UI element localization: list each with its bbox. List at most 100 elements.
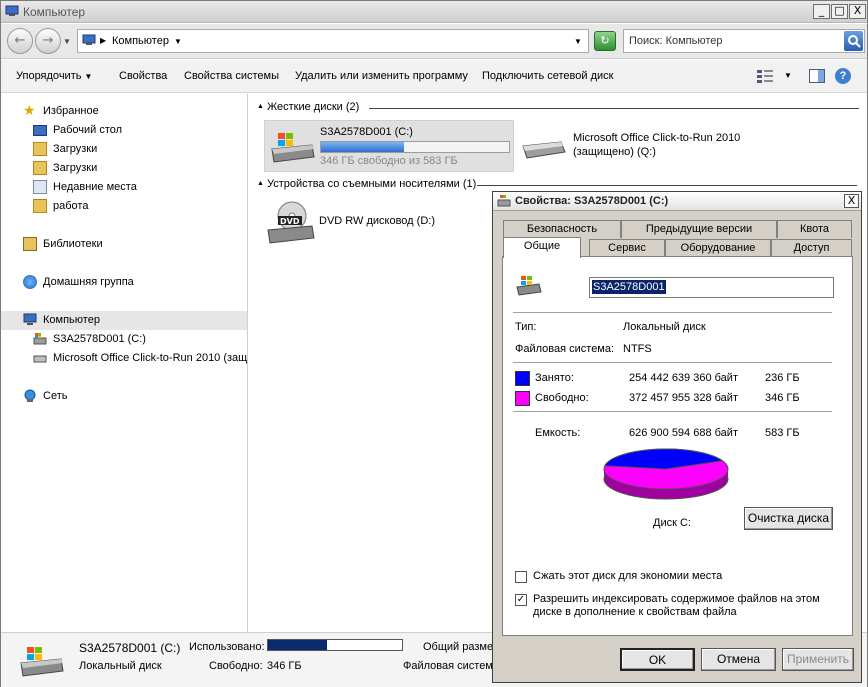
sidebar-item-network[interactable]: Сеть — [1, 387, 247, 406]
disk-usage-pie — [603, 448, 729, 500]
preview-pane-icon[interactable] — [809, 69, 825, 86]
refresh-button[interactable]: ↻ — [594, 31, 616, 51]
breadcrumb-chevron-icon[interactable]: ▶ — [100, 36, 106, 45]
type-label: Тип: — [515, 321, 537, 333]
sidebar-item-drive-c[interactable]: S3A2578D001 (C:) — [1, 330, 247, 349]
drive-icon — [497, 195, 511, 210]
computer-icon — [82, 34, 96, 50]
drive-tile-c[interactable]: S3A2578D001 (C:) 346 ГБ свободно из 583 … — [264, 120, 514, 172]
organize-label: Упорядочить — [16, 70, 82, 82]
system-properties-button[interactable]: Свойства системы — [184, 70, 279, 82]
tab-panel-general: S3A2578D001 Тип: Локальный диск Файловая… — [502, 256, 853, 636]
minimize-button[interactable]: _ — [813, 4, 830, 19]
dialog-title-bar: Свойства: S3A2578D001 (C:) X — [493, 192, 861, 211]
drive-name-value: S3A2578D001 — [592, 280, 666, 294]
window-title: Компьютер — [23, 5, 86, 19]
sidebar-label: Загрузки — [53, 143, 98, 155]
properties-button[interactable]: Свойства — [119, 70, 167, 82]
drive-tile-q[interactable]: Microsoft Office Click-to-Run 2010 (защи… — [517, 124, 817, 164]
sidebar-item-libraries[interactable]: Библиотеки — [1, 235, 247, 254]
disk-cleanup-button[interactable]: Очистка диска — [744, 507, 833, 530]
tab-quota[interactable]: Квота — [777, 220, 852, 238]
usage-bar-fill — [321, 142, 404, 152]
tab-tools[interactable]: Сервис — [589, 239, 665, 257]
search-input[interactable]: Поиск: Компьютер — [629, 35, 723, 47]
apply-button[interactable]: Применить — [782, 648, 854, 671]
recent-places-icon — [33, 180, 47, 194]
sidebar-item-downloads[interactable]: Загрузки — [1, 140, 247, 159]
organize-button[interactable]: Упорядочить ▼ — [16, 70, 92, 82]
properties-dialog: Свойства: S3A2578D001 (C:) X Безопасност… — [492, 191, 862, 683]
compress-checkbox[interactable] — [515, 571, 527, 583]
address-dropdown-icon[interactable]: ▼ — [574, 37, 582, 46]
close-button[interactable]: X — [849, 4, 866, 19]
view-dropdown-icon[interactable]: ▼ — [784, 71, 792, 80]
cancel-button[interactable]: Отмена — [701, 648, 776, 671]
map-network-drive-button[interactable]: Подключить сетевой диск — [482, 70, 613, 82]
sidebar-label: Загрузки — [53, 162, 98, 174]
tab-hardware[interactable]: Оборудование — [665, 239, 771, 257]
dialog-title: Свойства: S3A2578D001 (C:) — [515, 195, 669, 207]
disk-label: Диск C: — [653, 517, 691, 529]
network-icon — [23, 389, 37, 403]
capacity-gb: 583 ГБ — [765, 427, 800, 439]
dvd-drive-icon: DVD — [266, 198, 316, 249]
sidebar-item-computer[interactable]: Компьютер — [1, 311, 247, 330]
breadcrumb-computer[interactable]: Компьютер — [112, 35, 169, 47]
breadcrumb-dropdown-icon[interactable]: ▼ — [174, 37, 182, 46]
windows-drive-icon — [268, 129, 316, 168]
libraries-icon — [23, 237, 37, 251]
sidebar-item-recent[interactable]: Недавние места — [1, 178, 247, 197]
drive-name-input[interactable]: S3A2578D001 — [589, 277, 834, 298]
sidebar-item-homegroup[interactable]: Домашняя группа — [1, 273, 247, 292]
tab-security[interactable]: Безопасность — [503, 220, 621, 238]
drive-q-name: Microsoft Office Click-to-Run 2010 — [573, 132, 741, 144]
group-header-removable[interactable]: Устройства со съемными носителями (1) — [267, 178, 476, 190]
folder-icon — [33, 142, 47, 156]
sidebar-label: Недавние места — [53, 181, 137, 193]
drive-tile-dvd[interactable]: DVD DVD RW дисковод (D:) — [264, 194, 464, 246]
ok-button[interactable]: OK — [620, 648, 695, 671]
navigation-pane: ★ Избранное Рабочий стол Загрузки Загруз… — [1, 94, 248, 632]
maximize-button[interactable]: □ — [831, 4, 848, 19]
tab-previous-versions[interactable]: Предыдущие версии — [621, 220, 777, 238]
windows-drive-icon — [17, 645, 65, 682]
tab-sharing[interactable]: Доступ — [771, 239, 852, 257]
compress-label: Сжать этот диск для экономии места — [533, 570, 723, 582]
address-bar[interactable]: ▶ Компьютер ▼ ▼ — [77, 29, 589, 53]
search-box[interactable]: Поиск: Компьютер — [623, 29, 865, 53]
sidebar-item-downloads-2[interactable]: Загрузки — [1, 159, 247, 178]
back-arrow-icon: ← — [14, 33, 26, 48]
group-divider — [477, 185, 857, 186]
collapse-chevron-icon[interactable]: ▲ — [257, 180, 264, 187]
free-color-swatch — [515, 391, 530, 406]
dialog-close-button[interactable]: X — [844, 194, 859, 208]
details-total-label: Общий размер — [423, 641, 500, 653]
uninstall-program-button[interactable]: Удалить или изменить программу — [295, 70, 468, 82]
history-chevron-icon[interactable]: ▼ — [63, 37, 71, 46]
dvd-icon-label: DVD — [280, 217, 300, 226]
sidebar-item-favorites[interactable]: ★ Избранное — [1, 102, 247, 121]
details-drive-name: S3A2578D001 (C:) — [79, 641, 181, 655]
help-icon[interactable]: ? — [835, 68, 851, 84]
sidebar-label: Домашняя группа — [43, 276, 134, 288]
details-free-label: Свободно: — [209, 660, 263, 672]
sidebar-item-drive-q[interactable]: Microsoft Office Click-to-Run 2010 (защи — [1, 349, 247, 368]
index-checkbox[interactable]: ✓ — [515, 594, 527, 606]
computer-icon — [23, 313, 37, 327]
sidebar-label: S3A2578D001 (C:) — [53, 333, 146, 345]
search-icon[interactable] — [844, 31, 863, 51]
sidebar-item-work[interactable]: работа — [1, 197, 247, 216]
view-options-icon[interactable] — [757, 69, 773, 86]
forward-button[interactable]: → — [35, 28, 61, 54]
details-fs-label: Файловая система — [403, 660, 499, 672]
group-header-hard-drives[interactable]: Жесткие диски (2) — [267, 101, 359, 113]
details-used-label: Использовано: — [189, 641, 265, 653]
sidebar-item-desktop[interactable]: Рабочий стол — [1, 121, 247, 140]
tab-general[interactable]: Общие — [503, 237, 581, 258]
windows-drive-icon — [515, 275, 543, 300]
chevron-down-icon: ▼ — [84, 72, 93, 81]
back-button[interactable]: ← — [7, 28, 33, 54]
capacity-bytes: 626 900 594 688 байт — [629, 427, 738, 439]
collapse-chevron-icon[interactable]: ▲ — [257, 103, 264, 110]
